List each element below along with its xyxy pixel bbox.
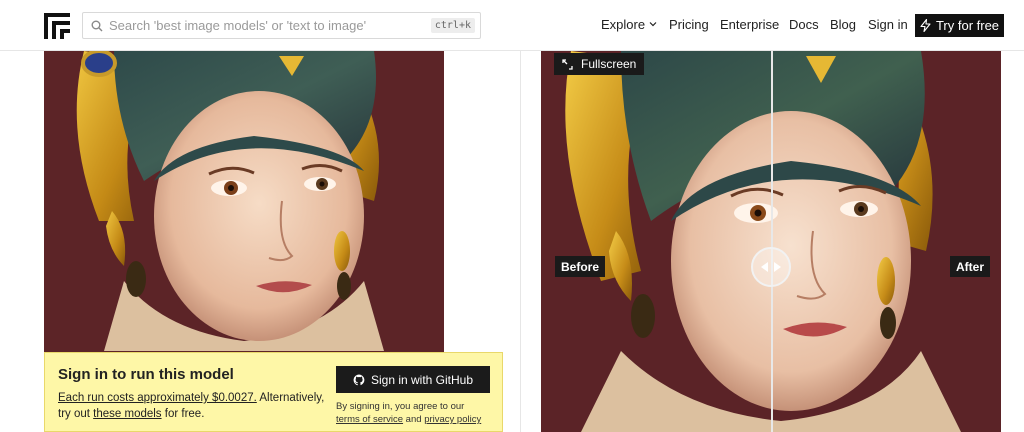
compare-slider-handle[interactable] xyxy=(751,247,791,287)
try-for-free-label: Try for free xyxy=(935,18,1000,33)
compare-slider-line[interactable] xyxy=(771,51,773,432)
search-shortcut-badge: ctrl+k xyxy=(430,18,475,33)
replicate-logo[interactable] xyxy=(44,13,70,39)
these-models-link[interactable]: these models xyxy=(93,408,161,420)
signin-prompt: Sign in to run this model Each run costs… xyxy=(44,352,503,432)
fullscreen-icon xyxy=(562,58,573,70)
sign-in-with-github-button[interactable]: Sign in with GitHub xyxy=(336,366,490,393)
cost-link[interactable]: Each run costs approximately $0.0027. xyxy=(58,392,257,404)
chevron-down-icon xyxy=(649,22,657,27)
left-right-arrows-icon xyxy=(761,262,781,272)
privacy-policy-link[interactable]: privacy policy xyxy=(424,414,481,425)
nav-explore-label: Explore xyxy=(601,17,646,32)
nav-pricing[interactable]: Pricing xyxy=(669,17,709,32)
nav-docs[interactable]: Docs xyxy=(789,17,819,32)
nav-sign-in[interactable]: Sign in xyxy=(868,17,908,32)
before-label: Before xyxy=(555,256,606,277)
nav-blog[interactable]: Blog xyxy=(830,17,856,32)
terms-notice: By signing in, you agree to our terms of… xyxy=(336,400,501,426)
search-bar[interactable]: ctrl+k xyxy=(82,12,481,39)
after-label: After xyxy=(950,256,991,277)
try-for-free-button[interactable]: Try for free xyxy=(915,14,1004,37)
fullscreen-label: Fullscreen xyxy=(581,57,637,71)
github-button-label: Sign in with GitHub xyxy=(370,372,474,387)
nav-explore[interactable]: Explore xyxy=(601,17,657,32)
search-icon xyxy=(91,20,103,31)
signin-description: Each run costs approximately $0.0027. Al… xyxy=(58,390,334,422)
github-icon xyxy=(353,374,365,385)
input-image xyxy=(44,51,444,352)
nav-enterprise[interactable]: Enterprise xyxy=(720,17,779,32)
terms-of-service-link[interactable]: terms of service xyxy=(336,414,403,425)
terms-prefix: By signing in, you agree to our xyxy=(336,401,465,412)
lightning-icon xyxy=(920,19,931,32)
search-input[interactable] xyxy=(109,13,431,38)
panel-divider xyxy=(520,51,521,432)
signin-title: Sign in to run this model xyxy=(58,366,234,383)
terms-and: and xyxy=(403,414,425,425)
top-navbar: ctrl+k Explore Pricing Enterprise Docs B… xyxy=(0,0,1024,51)
fullscreen-button[interactable]: Fullscreen xyxy=(554,53,645,75)
signin-text-end: for free. xyxy=(161,408,205,420)
portrait-before-image xyxy=(44,51,444,352)
